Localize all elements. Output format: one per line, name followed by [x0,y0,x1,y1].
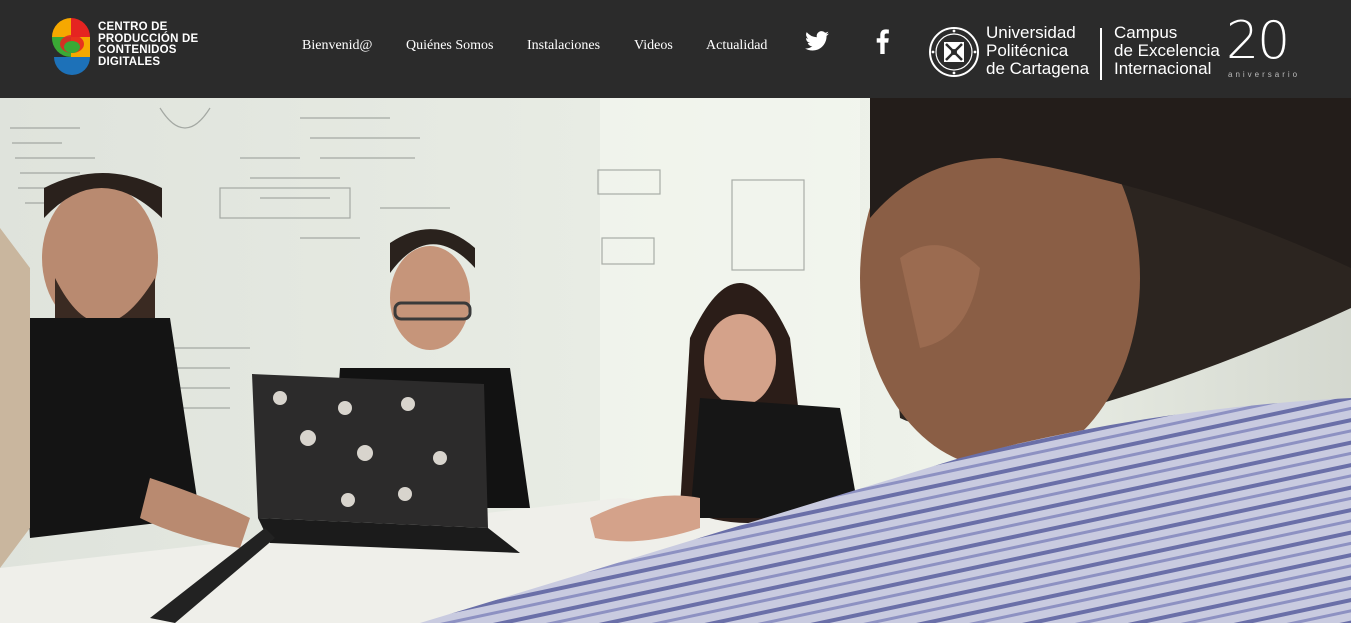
campus-excelencia-text: Campus de Excelencia Internacional [1114,24,1220,78]
team-meeting-photo [0,98,1351,623]
campus-line-1: Campus [1114,23,1178,42]
logo-line-4: DIGITALES [98,55,161,68]
nav-bienvenida[interactable]: Bienvenid@ [302,38,372,54]
nav-instalaciones[interactable]: Instalaciones [527,38,600,54]
nav-quienes-somos[interactable]: Quiénes Somos [406,38,494,54]
twitter-icon [805,31,829,51]
logo-divider [1100,28,1102,80]
campus-line-2: de Excelencia [1114,41,1220,60]
upct-seal-icon [929,27,979,77]
anniversary-logo: 20 aniversario [1222,12,1322,84]
cpcd-logo-mark-icon [51,18,90,75]
hero-image [0,98,1351,623]
logo-line-3: CONTENIDOS [98,44,177,56]
logo-line-1: CENTRO DE [98,21,168,33]
cpcd-logo[interactable]: CENTRO DE PRODUCCIÓN DE CONTENIDOS DIGIT… [50,16,230,80]
university-line-3: de Cartagena [986,59,1090,78]
anniversary-number: 20 [1226,11,1290,71]
twitter-link[interactable] [804,28,830,54]
university-line-2: Politécnica [986,41,1069,60]
campus-line-3: Internacional [1114,59,1212,78]
anniversary-label: aniversario [1228,70,1301,79]
facebook-link[interactable] [870,28,896,54]
nav-videos[interactable]: Videos [634,38,673,54]
nav-actualidad[interactable]: Actualidad [706,38,767,54]
facebook-icon [876,29,889,54]
university-name: Universidad Politécnica de Cartagena [986,24,1089,78]
site-header: CENTRO DE PRODUCCIÓN DE CONTENIDOS DIGIT… [0,0,1351,98]
university-line-1: Universidad [986,23,1076,42]
logo-text: CENTRO DE PRODUCCIÓN DE CONTENIDOS DIGIT… [98,21,198,68]
